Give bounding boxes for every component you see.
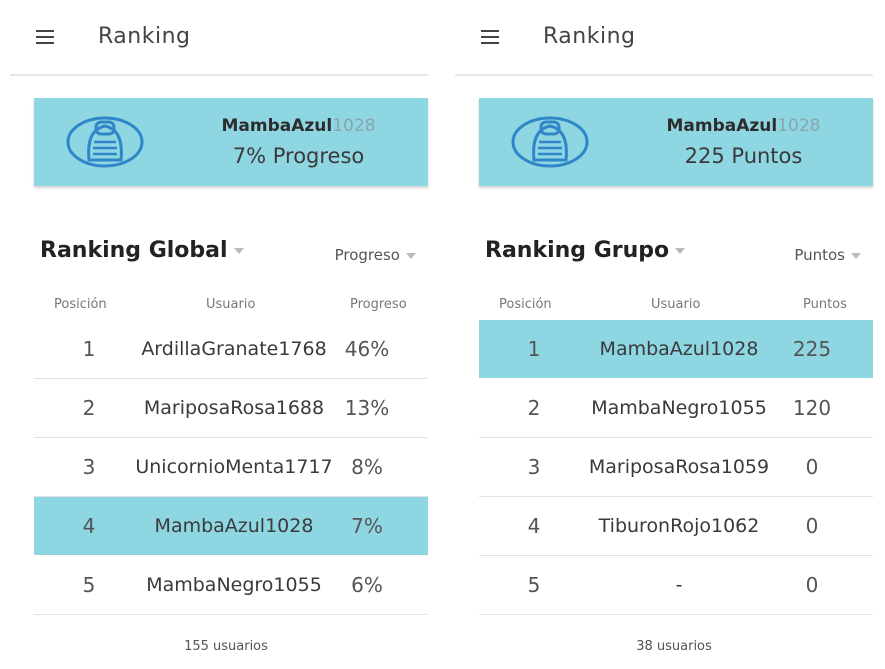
ranking-row[interactable]: 2 MambaNegro1055 120 bbox=[479, 379, 873, 438]
screen-group-ranking: Ranking MambaAzul1028 225 Puntos Ranking… bbox=[445, 0, 885, 669]
ranking-row[interactable]: 1 ArdillaGranate1768 46% bbox=[34, 320, 428, 379]
caret-down-icon bbox=[675, 248, 686, 254]
menu-icon[interactable] bbox=[36, 30, 54, 44]
column-header-value: Progreso bbox=[350, 297, 407, 312]
caret-down-icon bbox=[406, 252, 416, 259]
column-header-user: Usuario bbox=[651, 297, 701, 312]
user-number: 1028 bbox=[777, 116, 821, 136]
row-value: 0 bbox=[805, 514, 819, 538]
ranking-row[interactable]: 3 UnicornioMenta1717 8% bbox=[34, 438, 428, 497]
ranking-row-current-user[interactable]: 4 MambaAzul1028 7% bbox=[34, 497, 428, 555]
row-user: - bbox=[675, 574, 683, 596]
row-value: 46% bbox=[344, 337, 390, 361]
row-user: MambaAzul1028 bbox=[599, 338, 759, 360]
user-summary-card: MambaAzul1028 7% Progreso bbox=[34, 98, 428, 186]
user-number: 1028 bbox=[332, 116, 376, 136]
row-value: 0 bbox=[805, 573, 819, 597]
row-position: 1 bbox=[82, 337, 96, 361]
row-position: 2 bbox=[527, 396, 541, 420]
row-position: 3 bbox=[82, 455, 96, 479]
row-user: MariposaRosa1059 bbox=[588, 456, 770, 478]
row-user: UnicornioMenta1717 bbox=[135, 456, 333, 478]
user-name: MambaAzul1028 bbox=[221, 116, 376, 136]
ranking-scope-dropdown[interactable]: Ranking Grupo bbox=[485, 238, 686, 263]
ranking-row-current-user[interactable]: 1 MambaAzul1028 225 bbox=[479, 320, 873, 378]
row-user: MambaAzul1028 bbox=[154, 515, 314, 537]
user-summary-card: MambaAzul1028 225 Puntos bbox=[479, 98, 873, 186]
row-position: 4 bbox=[82, 514, 96, 538]
user-count: 38 usuarios bbox=[636, 639, 712, 654]
ranking-row[interactable]: 4 TiburonRojo1062 0 bbox=[479, 497, 873, 556]
user-count: 155 usuarios bbox=[184, 639, 268, 654]
row-user: TiburonRojo1062 bbox=[598, 515, 760, 537]
app-title: Ranking bbox=[98, 24, 191, 49]
ranking-scope-dropdown[interactable]: Ranking Global bbox=[40, 238, 244, 263]
row-user: MambaNegro1055 bbox=[591, 397, 767, 419]
row-user: ArdillaGranate1768 bbox=[141, 338, 327, 360]
user-stat: 7% Progreso bbox=[232, 144, 365, 168]
column-header-position: Posición bbox=[499, 297, 552, 312]
screen-global-ranking: Ranking MambaAzul1028 7% Progreso Rankin… bbox=[0, 0, 440, 669]
cobra-avatar-icon bbox=[66, 116, 144, 168]
app-bar: Ranking bbox=[445, 0, 885, 76]
metric-dropdown[interactable]: Puntos bbox=[794, 246, 861, 264]
caret-down-icon bbox=[233, 248, 244, 254]
row-position: 1 bbox=[527, 337, 541, 361]
ranking-row[interactable]: 5 MambaNegro1055 6% bbox=[34, 556, 428, 615]
caret-down-icon bbox=[851, 252, 861, 259]
row-value: 8% bbox=[351, 455, 383, 479]
row-value: 0 bbox=[805, 455, 819, 479]
app-bar: Ranking bbox=[0, 0, 440, 76]
row-value: 13% bbox=[344, 396, 390, 420]
row-user: MariposaRosa1688 bbox=[143, 397, 325, 419]
metric-dropdown[interactable]: Progreso bbox=[335, 246, 416, 264]
row-value: 225 bbox=[792, 337, 832, 361]
row-value: 120 bbox=[792, 396, 832, 420]
row-position: 4 bbox=[527, 514, 541, 538]
row-position: 5 bbox=[82, 573, 96, 597]
menu-icon[interactable] bbox=[481, 30, 499, 44]
column-header-value: Puntos bbox=[803, 297, 847, 312]
row-value: 6% bbox=[351, 573, 383, 597]
ranking-row[interactable]: 2 MariposaRosa1688 13% bbox=[34, 379, 428, 438]
app-title: Ranking bbox=[543, 24, 636, 49]
app-bar-divider bbox=[455, 74, 873, 76]
ranking-row[interactable]: 5 - 0 bbox=[479, 556, 873, 615]
row-value: 7% bbox=[351, 514, 383, 538]
row-position: 2 bbox=[82, 396, 96, 420]
row-user: MambaNegro1055 bbox=[146, 574, 322, 596]
row-position: 5 bbox=[527, 573, 541, 597]
app-bar-divider bbox=[10, 74, 428, 76]
user-stat: 225 Puntos bbox=[684, 144, 803, 168]
ranking-row[interactable]: 3 MariposaRosa1059 0 bbox=[479, 438, 873, 497]
row-position: 3 bbox=[527, 455, 541, 479]
user-name: MambaAzul1028 bbox=[666, 116, 821, 136]
column-header-user: Usuario bbox=[206, 297, 256, 312]
cobra-avatar-icon bbox=[511, 116, 589, 168]
column-header-position: Posición bbox=[54, 297, 107, 312]
